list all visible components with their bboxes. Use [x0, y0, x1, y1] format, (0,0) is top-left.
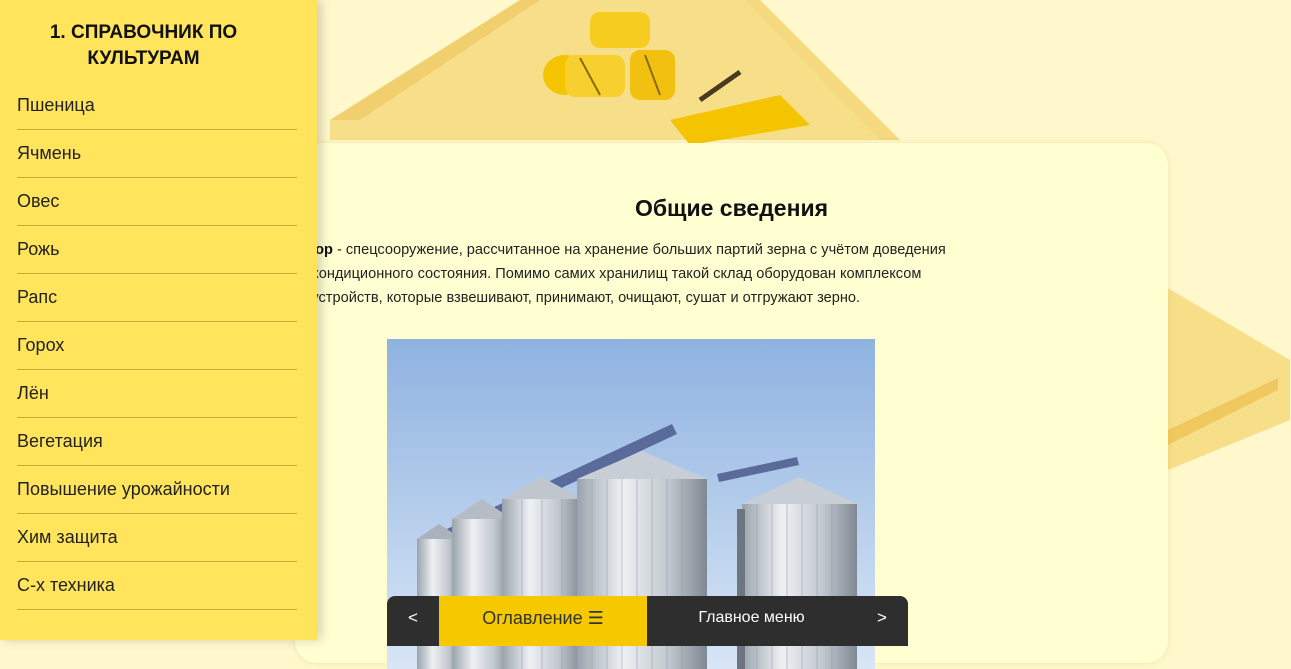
- sidebar-item-oats[interactable]: Овес: [17, 178, 297, 226]
- text-line-2: о кондиционного состояния. Помимо самих …: [300, 266, 922, 282]
- next-button[interactable]: >: [856, 596, 908, 646]
- text-line-3: х устройств, которые взвешивают, принима…: [300, 290, 861, 306]
- sidebar-item-peas[interactable]: Горох: [17, 322, 297, 370]
- sidebar: 1. СПРАВОЧНИК ПО КУЛЬТУРАМ Пшеница Ячмен…: [0, 0, 317, 640]
- prev-button[interactable]: <: [387, 596, 439, 646]
- sidebar-item-chem-protection[interactable]: Хим защита: [17, 514, 297, 562]
- sidebar-item-barley[interactable]: Ячмень: [17, 130, 297, 178]
- sidebar-item-rapeseed[interactable]: Рапс: [17, 274, 297, 322]
- sidebar-item-yield[interactable]: Повышение урожайности: [17, 466, 297, 514]
- sidebar-item-rye[interactable]: Рожь: [17, 226, 297, 274]
- article-text: атор - спецсооружение, рассчитанное на х…: [300, 238, 1037, 310]
- sidebar-item-flax[interactable]: Лён: [17, 370, 297, 418]
- sidebar-item-vegetation[interactable]: Вегетация: [17, 418, 297, 466]
- main-menu-button[interactable]: Главное меню: [647, 596, 856, 646]
- sidebar-item-machinery[interactable]: С-х техника: [17, 562, 297, 610]
- page-title: Общие сведения: [634, 195, 829, 221]
- text-line-1: атор - спецсооружение, рассчитанное на х…: [300, 238, 1037, 262]
- toc-button[interactable]: Оглавление ☰: [439, 596, 647, 646]
- bottom-nav: < Оглавление ☰ Главное меню >: [387, 596, 908, 646]
- sidebar-item-wheat[interactable]: Пшеница: [17, 82, 297, 130]
- content-card: Общие сведения атор - спецсооружение, ра…: [295, 143, 1168, 669]
- sidebar-title: 1. СПРАВОЧНИК ПО КУЛЬТУРАМ: [49, 22, 238, 69]
- sidebar-menu: Пшеница Ячмень Овес Рожь Рапс Горох Лён …: [17, 82, 297, 610]
- text-line-1-body: - спецсооружение, рассчитанное на хранен…: [332, 242, 946, 258]
